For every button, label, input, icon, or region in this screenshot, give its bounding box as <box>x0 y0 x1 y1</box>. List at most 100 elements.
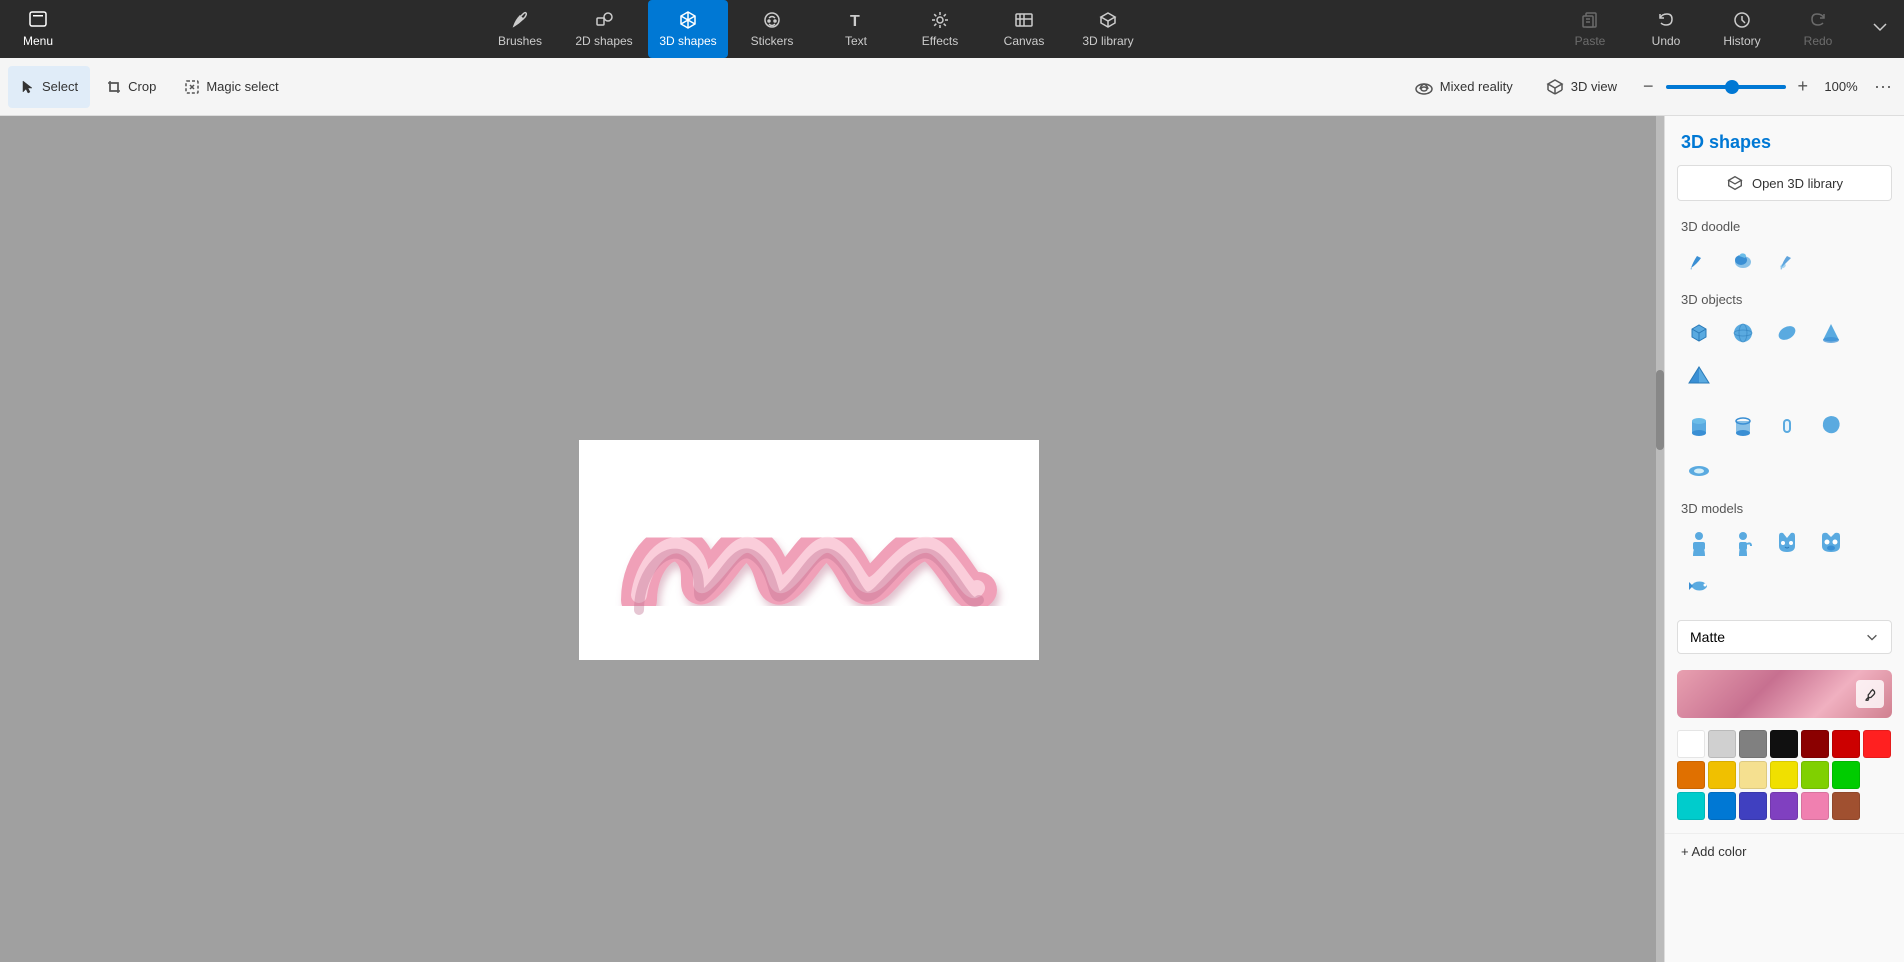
color-orange[interactable] <box>1677 761 1705 789</box>
scrollbar[interactable] <box>1656 116 1664 962</box>
blob-object-icon[interactable] <box>1813 407 1849 443</box>
open-cylinder-icon[interactable] <box>1725 407 1761 443</box>
3d-library-icon <box>1726 174 1744 192</box>
color-blue[interactable] <box>1708 792 1736 820</box>
history-icon <box>1732 10 1752 30</box>
crop-label: Crop <box>128 79 156 94</box>
doodle-pen-icon[interactable] <box>1681 242 1717 278</box>
toolbar-item-3dlibrary[interactable]: 3D library <box>1068 0 1148 58</box>
menu-button[interactable]: Menu <box>8 0 68 58</box>
crop-tool[interactable]: Crop <box>94 66 168 108</box>
capsule-object-icon[interactable] <box>1769 315 1805 351</box>
color-brown[interactable] <box>1832 792 1860 820</box>
color-lightgray[interactable] <box>1708 730 1736 758</box>
menu-icon <box>28 10 48 30</box>
3d-view-icon <box>1545 77 1565 97</box>
zoom-more-button[interactable]: ··· <box>1870 72 1896 101</box>
zoom-slider[interactable] <box>1666 85 1786 89</box>
right-panel: 3D shapes Open 3D library 3D doodle <box>1664 116 1904 962</box>
cat-model-icon[interactable] <box>1769 524 1805 560</box>
eyedropper-button[interactable] <box>1856 680 1884 708</box>
color-swatch[interactable] <box>1677 670 1892 718</box>
color-cyan[interactable] <box>1677 792 1705 820</box>
color-gold[interactable] <box>1708 761 1736 789</box>
color-pink[interactable] <box>1801 792 1829 820</box>
color-indigo[interactable] <box>1739 792 1767 820</box>
pyramid-object-icon[interactable] <box>1681 359 1717 395</box>
canvas-label: Canvas <box>1004 34 1045 48</box>
cone-object-icon[interactable] <box>1813 315 1849 351</box>
doodle-svg <box>609 460 1009 640</box>
stickers-label: Stickers <box>751 34 794 48</box>
person-side-model-icon[interactable] <box>1725 524 1761 560</box>
color-yellowgreen[interactable] <box>1801 761 1829 789</box>
scrollbar-thumb <box>1656 370 1664 450</box>
cylinder-object-icon[interactable] <box>1681 407 1717 443</box>
paste-button[interactable]: Paste <box>1560 0 1620 58</box>
zoom-out-button[interactable]: − <box>1639 72 1658 101</box>
toolbar-item-brushes[interactable]: Brushes <box>480 0 560 58</box>
collapse-button[interactable] <box>1864 12 1896 47</box>
3dlibrary-label: 3D library <box>1082 34 1133 48</box>
mixed-reality-icon <box>1414 77 1434 97</box>
panel-title: 3D shapes <box>1665 116 1904 161</box>
doodle-soft-icon[interactable] <box>1725 242 1761 278</box>
toolbar-item-text[interactable]: T Text <box>816 0 896 58</box>
color-darkred[interactable] <box>1801 730 1829 758</box>
magic-select-tool[interactable]: Magic select <box>172 66 290 108</box>
objects-section-label: 3D objects <box>1665 286 1904 311</box>
color-white[interactable] <box>1677 730 1705 758</box>
add-color-button[interactable]: + Add color <box>1665 833 1904 869</box>
redo-button[interactable]: Redo <box>1788 0 1848 58</box>
torus-object-icon[interactable] <box>1681 451 1717 487</box>
paste-icon <box>1580 10 1600 30</box>
select-label: Select <box>42 79 78 94</box>
2dshapes-icon <box>594 10 614 30</box>
color-lightyellow[interactable] <box>1739 761 1767 789</box>
open-3d-library-button[interactable]: Open 3D library <box>1677 165 1892 201</box>
toolbar-item-2dshapes[interactable]: 2D shapes <box>564 0 644 58</box>
doodle-icons-row <box>1665 238 1904 286</box>
mixed-reality-button[interactable]: Mixed reality <box>1404 71 1523 103</box>
color-gray[interactable] <box>1739 730 1767 758</box>
history-button[interactable]: History <box>1712 0 1772 58</box>
dog-model-icon[interactable] <box>1813 524 1849 560</box>
color-yellow[interactable] <box>1770 761 1798 789</box>
redo-label: Redo <box>1804 34 1833 48</box>
undo-button[interactable]: Undo <box>1636 0 1696 58</box>
canvas-area[interactable] <box>0 116 1664 962</box>
zoom-in-button[interactable]: + <box>1794 72 1813 101</box>
color-purple[interactable] <box>1770 792 1798 820</box>
models-icons-row <box>1665 520 1904 612</box>
toolbar-item-canvas[interactable]: Canvas <box>984 0 1064 58</box>
color-brightred[interactable] <box>1863 730 1891 758</box>
toolbar-item-stickers[interactable]: Stickers <box>732 0 812 58</box>
color-red[interactable] <box>1832 730 1860 758</box>
3d-view-button[interactable]: 3D view <box>1535 71 1627 103</box>
material-dropdown[interactable]: Matte <box>1677 620 1892 654</box>
models-section-label: 3D models <box>1665 495 1904 520</box>
select-tool[interactable]: Select <box>8 66 90 108</box>
objects-icons-row2 <box>1665 403 1904 495</box>
person-model-icon[interactable] <box>1681 524 1717 560</box>
material-label: Matte <box>1690 629 1725 645</box>
paste-label: Paste <box>1575 34 1606 48</box>
effects-icon <box>930 10 950 30</box>
fish-model-icon[interactable] <box>1681 568 1717 604</box>
color-green[interactable] <box>1832 761 1860 789</box>
toolbar-item-3dshapes[interactable]: 3D shapes <box>648 0 728 58</box>
color-row-2 <box>1677 761 1892 789</box>
magic-select-label: Magic select <box>206 79 278 94</box>
toolbar-item-effects[interactable]: Effects <box>900 0 980 58</box>
dropdown-chevron-icon <box>1865 630 1879 644</box>
zoom-percent: 100% <box>1820 79 1862 94</box>
sphere-object-icon[interactable] <box>1725 315 1761 351</box>
open-library-label: Open 3D library <box>1752 176 1843 191</box>
canvas-doodle <box>579 440 1039 660</box>
doodle-marker-icon[interactable] <box>1769 242 1805 278</box>
color-black[interactable] <box>1770 730 1798 758</box>
tube-object-icon[interactable] <box>1769 407 1805 443</box>
brushes-icon <box>510 10 530 30</box>
cube-object-icon[interactable] <box>1681 315 1717 351</box>
3d-view-label: 3D view <box>1571 79 1617 94</box>
